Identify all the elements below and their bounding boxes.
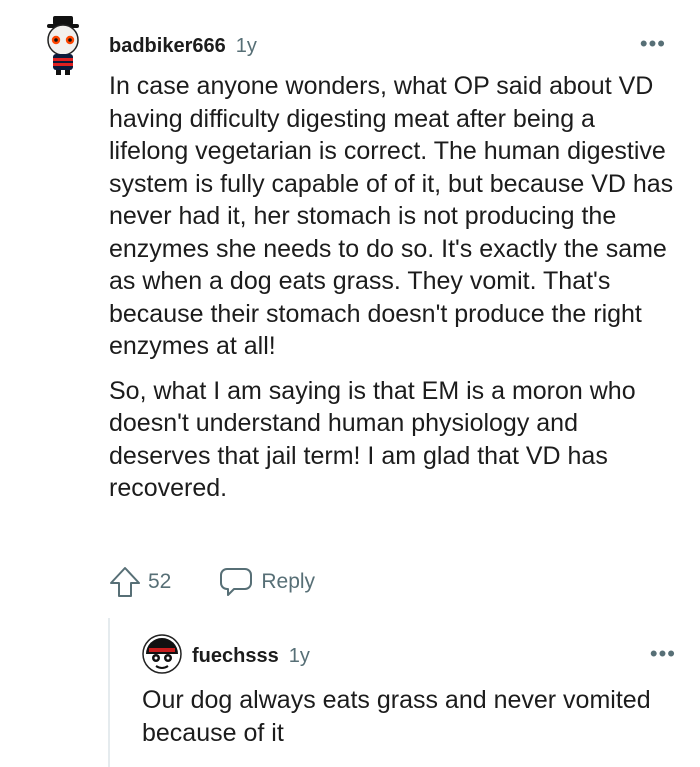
vote-control: 52 <box>108 565 171 599</box>
avatar[interactable] <box>142 634 182 674</box>
reply-body: Our dog always eats grass and never vomi… <box>142 686 651 747</box>
upvote-arrow-icon[interactable] <box>108 565 142 599</box>
vote-count: 52 <box>148 570 172 593</box>
reply-age: 1y <box>288 644 310 667</box>
comment-author-row: badbiker666 1y <box>109 32 257 60</box>
comment-username[interactable]: badbiker666 <box>109 35 226 58</box>
reply-author-row: fuechsss 1y <box>192 642 310 670</box>
reply-username[interactable]: fuechsss <box>192 645 279 668</box>
more-horizontal-icon[interactable]: ••• <box>650 643 676 665</box>
comment-paragraph: In case anyone wonders, what OP said abo… <box>109 72 674 360</box>
reply-label: Reply <box>261 570 316 593</box>
comment-age: 1y <box>235 34 257 57</box>
avatar[interactable] <box>36 14 90 76</box>
reply-button[interactable]: Reply <box>219 566 315 598</box>
comment-paragraph: So, what I am saying is that EM is a mor… <box>109 376 636 503</box>
comment-body: In case anyone wonders, what OP said abo… <box>109 70 674 505</box>
speech-bubble-icon <box>220 568 253 596</box>
more-horizontal-icon[interactable]: ••• <box>640 33 666 55</box>
comment-actions: 52 Reply <box>108 564 315 600</box>
reply-comment: fuechsss 1y ••• Our dog always eats gras… <box>108 618 676 767</box>
